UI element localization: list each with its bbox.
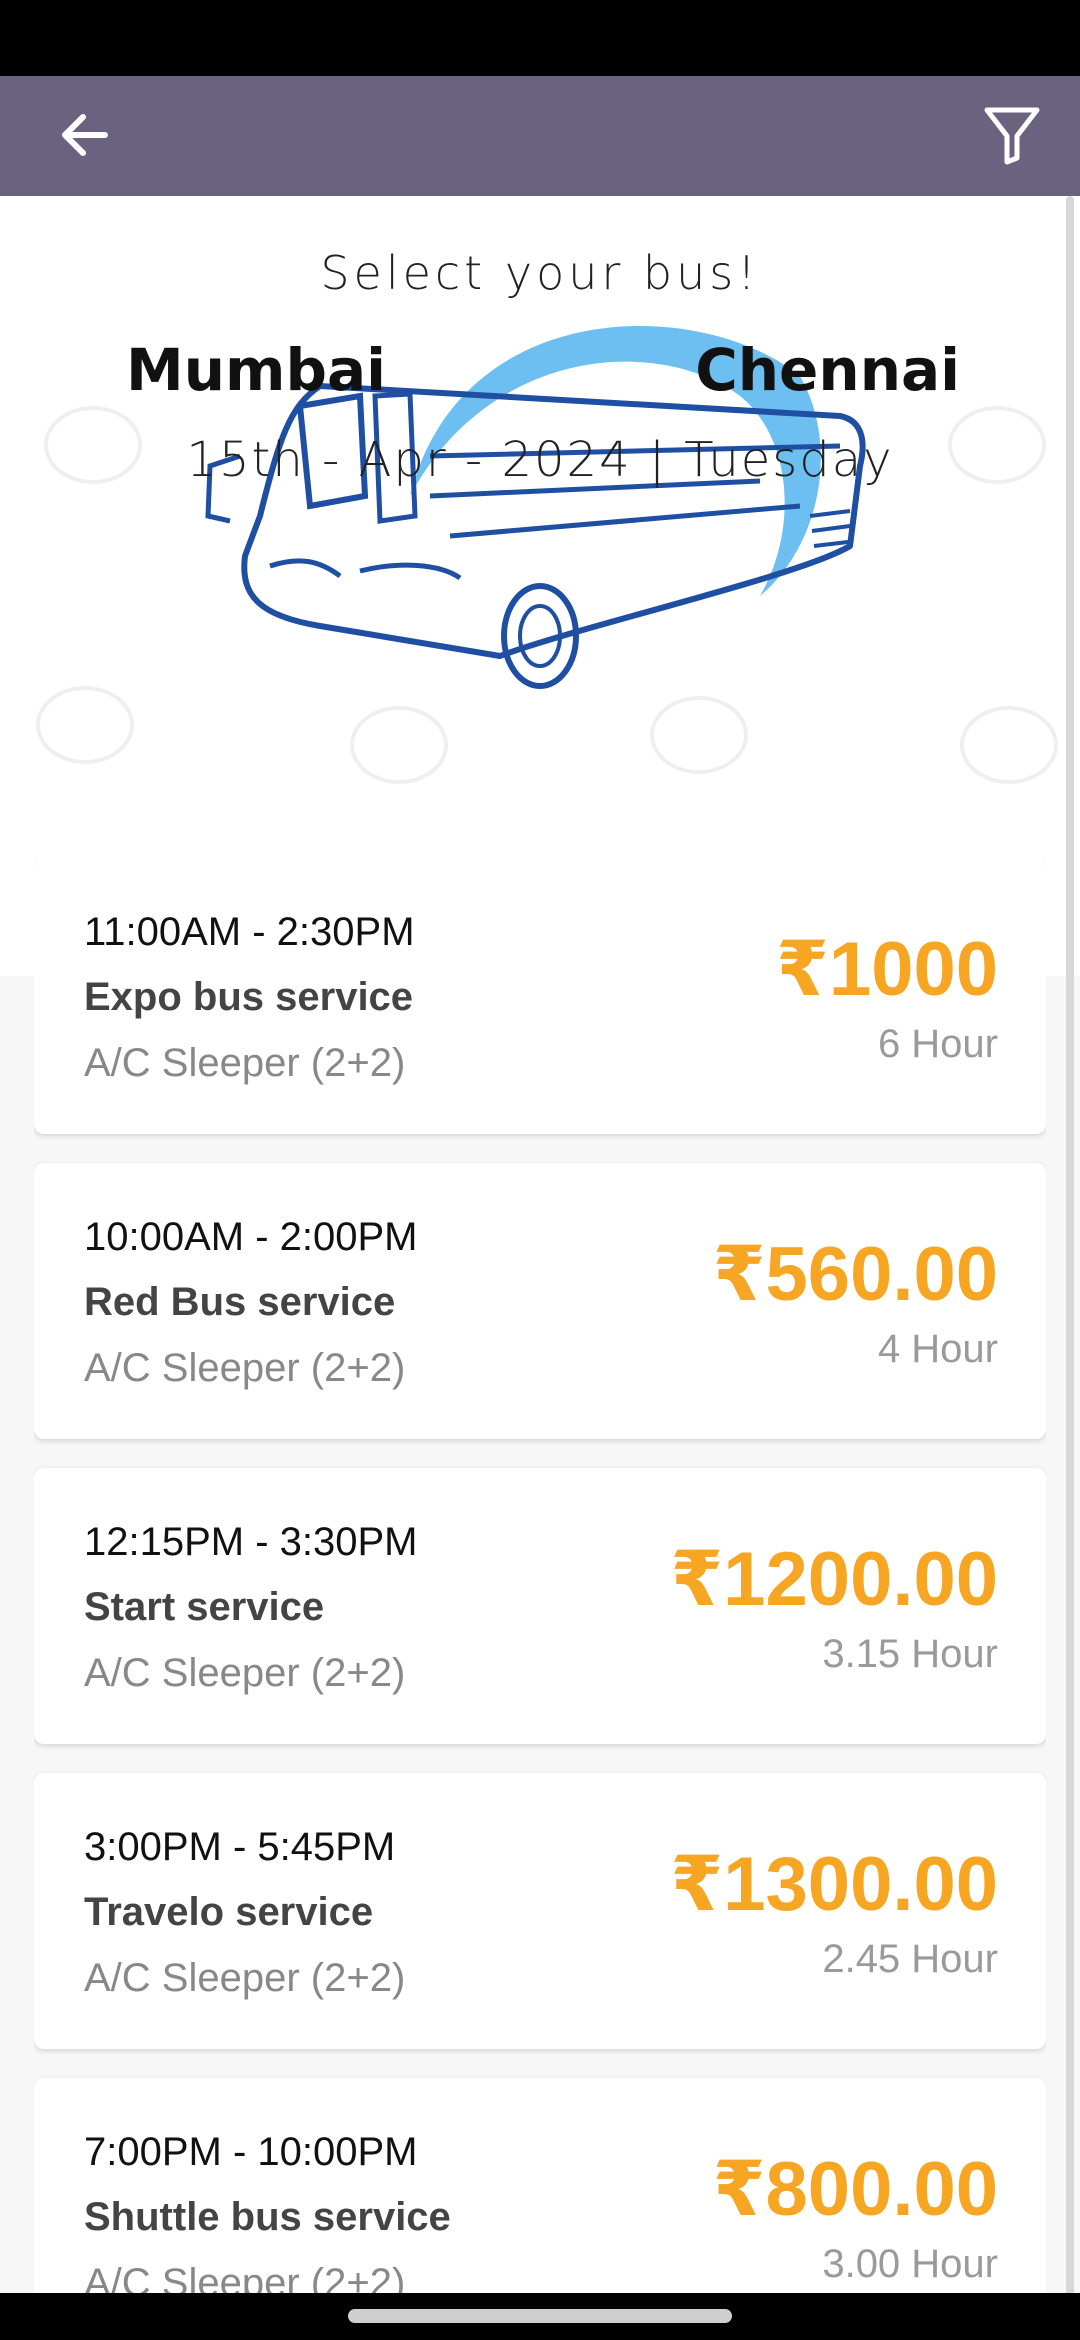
status-bar xyxy=(0,0,1080,76)
app-bar xyxy=(0,76,1080,196)
origin-city: Mumbai xyxy=(126,336,386,404)
operator-name: Start service xyxy=(84,1585,325,1629)
trip-duration: 2.45 Hour xyxy=(822,1937,998,1981)
trip-duration: 3.15 Hour xyxy=(822,1632,998,1676)
seat-type: A/C Sleeper (2+2) xyxy=(84,1346,406,1390)
fare-price: ₹1000 xyxy=(776,927,998,1012)
fare-price: ₹560.00 xyxy=(712,1232,998,1317)
fare-price: ₹1200.00 xyxy=(670,1537,998,1622)
bus-card[interactable]: 10:00AM - 2:00PM Red Bus service A/C Sle… xyxy=(34,1163,1046,1439)
seat-type: A/C Sleeper (2+2) xyxy=(84,1651,406,1695)
back-button[interactable] xyxy=(40,90,130,180)
trip-duration: 3.00 Hour xyxy=(822,2242,998,2286)
home-indicator[interactable] xyxy=(348,2309,732,2323)
watermark-logo xyxy=(36,686,134,764)
operator-name: Red Bus service xyxy=(84,1280,396,1324)
filter-button[interactable] xyxy=(964,90,1060,180)
seat-type: A/C Sleeper (2+2) xyxy=(84,1956,406,2000)
system-nav-bar xyxy=(0,2293,1080,2340)
departure-arrival-time: 10:00AM - 2:00PM xyxy=(84,1215,418,1259)
scrollbar[interactable] xyxy=(1066,196,1074,2332)
departure-arrival-time: 3:00PM - 5:45PM xyxy=(84,1825,396,1869)
departure-arrival-time: 7:00PM - 10:00PM xyxy=(84,2130,418,2174)
fare-price: ₹1300.00 xyxy=(670,1842,998,1927)
arrow-left-icon xyxy=(62,114,108,156)
bus-card[interactable]: 3:00PM - 5:45PM Travelo service A/C Slee… xyxy=(34,1773,1046,2049)
bus-card[interactable]: 12:15PM - 3:30PM Start service A/C Sleep… xyxy=(34,1468,1046,1744)
departure-arrival-time: 12:15PM - 3:30PM xyxy=(84,1520,418,1564)
bus-card[interactable]: 11:00AM - 2:30PM Expo bus service A/C Sl… xyxy=(34,858,1046,1134)
funnel-filter-icon xyxy=(984,107,1040,165)
trip-duration: 4 Hour xyxy=(877,1327,998,1371)
seat-type: A/C Sleeper (2+2) xyxy=(84,2261,406,2293)
page-title: Select your bus! xyxy=(320,246,760,300)
bus-card[interactable]: 7:00PM - 10:00PM Shuttle bus service A/C… xyxy=(34,2078,1046,2293)
operator-name: Travelo service xyxy=(84,1890,374,1934)
trip-duration: 6 Hour xyxy=(877,1022,998,1066)
operator-name: Expo bus service xyxy=(84,975,414,1019)
fare-price: ₹800.00 xyxy=(712,2147,998,2232)
watermark-logo xyxy=(960,706,1058,784)
departure-arrival-time: 11:00AM - 2:30PM xyxy=(84,910,415,954)
travel-date: 15th - Apr - 2024 | Tuesday xyxy=(186,432,894,488)
seat-type: A/C Sleeper (2+2) xyxy=(84,1041,406,1085)
bus-list: 11:00AM - 2:30PM Expo bus service A/C Sl… xyxy=(34,858,1046,2293)
destination-city: Chennai xyxy=(695,336,960,404)
operator-name: Shuttle bus service xyxy=(84,2195,451,2239)
